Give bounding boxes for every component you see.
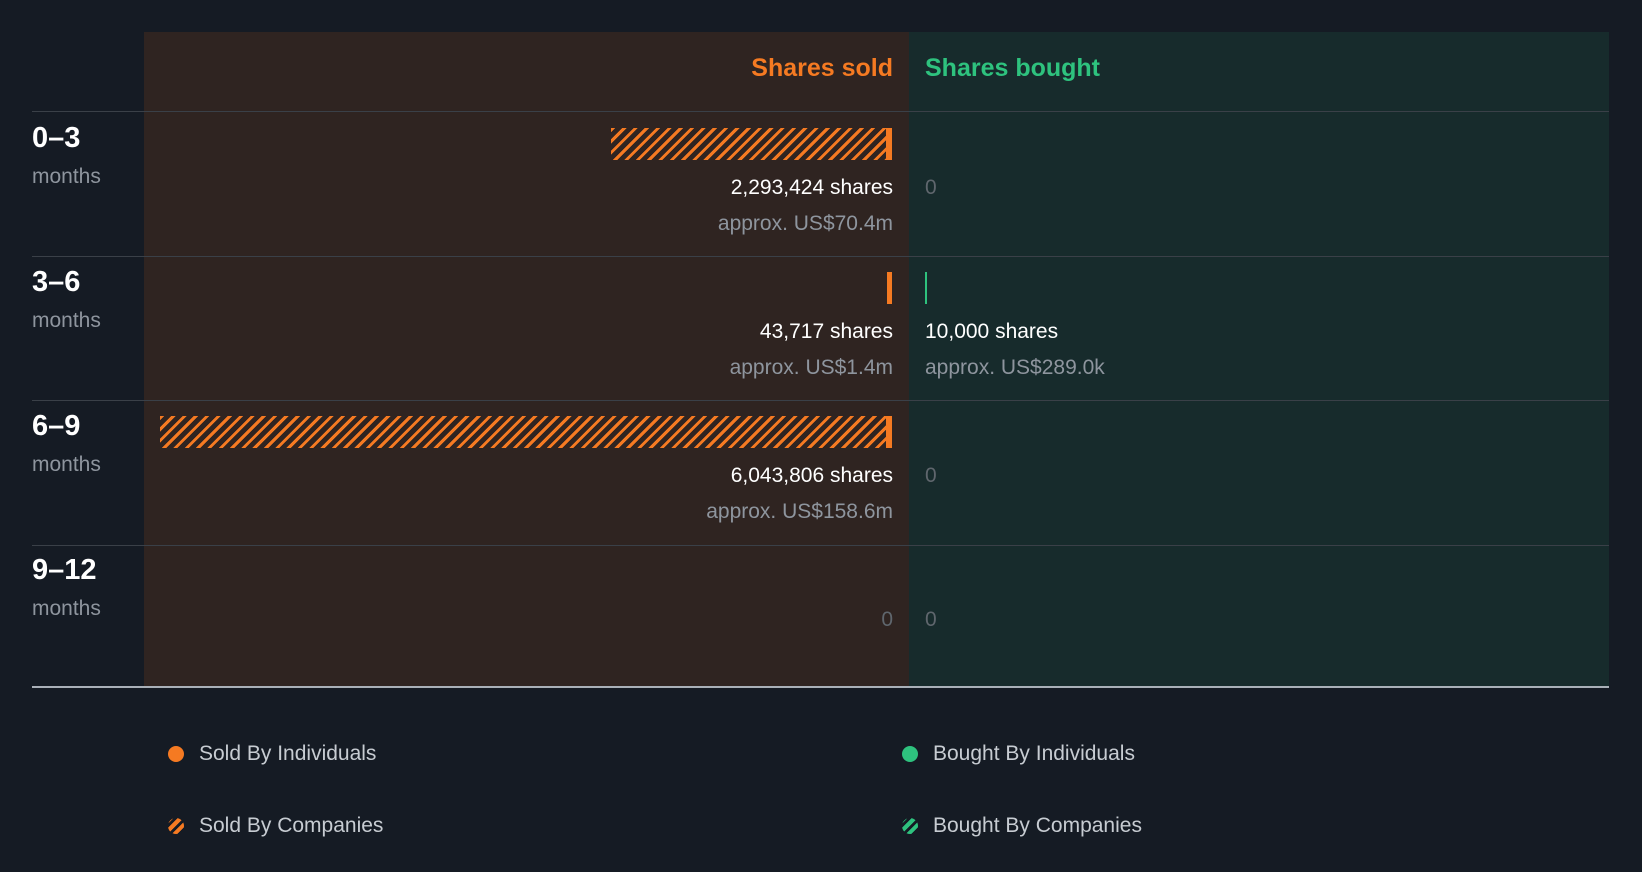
sold-shares-label: 6,043,806 shares bbox=[730, 464, 893, 487]
bought-zero-label: 0 bbox=[925, 176, 937, 199]
sold-by-individuals-bar bbox=[887, 272, 892, 304]
period-range: 3–6 bbox=[32, 266, 81, 298]
sold-shares-label: 2,293,424 shares bbox=[730, 176, 893, 199]
period-range: 0–3 bbox=[32, 122, 81, 154]
legend-label: Bought By Companies bbox=[933, 814, 1142, 837]
period-unit: months bbox=[32, 597, 101, 620]
legend-sold-by-individuals: Sold By Individuals bbox=[168, 742, 376, 766]
period-range: 6–9 bbox=[32, 410, 81, 442]
period-label: 0–3 months bbox=[32, 122, 101, 189]
sold-value-label: approx. US$158.6m bbox=[706, 500, 893, 523]
sold-zero-label: 0 bbox=[881, 608, 893, 631]
period-range: 9–12 bbox=[32, 554, 97, 586]
period-label: 3–6 months bbox=[32, 266, 101, 333]
sold-value-label: approx. US$70.4m bbox=[717, 212, 893, 235]
period-unit: months bbox=[32, 165, 101, 188]
chart-baseline bbox=[32, 686, 1609, 688]
legend-label: Sold By Companies bbox=[199, 814, 384, 837]
legend-bought-by-individuals: Bought By Individuals bbox=[902, 742, 1135, 766]
sold-shares-label: 43,717 shares bbox=[759, 320, 893, 343]
row-divider bbox=[32, 256, 1609, 257]
bought-zero-label: 0 bbox=[925, 608, 937, 631]
shares-bought-header: Shares bought bbox=[925, 54, 1101, 82]
bought-zero-label: 0 bbox=[925, 464, 937, 487]
sold-bar-end bbox=[886, 128, 892, 160]
legend-label: Bought By Individuals bbox=[933, 742, 1135, 765]
period-label: 9–12 months bbox=[32, 554, 101, 621]
sold-by-companies-bar bbox=[611, 128, 886, 160]
bought-shares-label: 10,000 shares bbox=[925, 320, 1059, 343]
orange-dot-icon bbox=[168, 746, 184, 762]
sold-by-companies-bar bbox=[160, 416, 886, 448]
sold-value-label: approx. US$1.4m bbox=[729, 356, 893, 379]
shares-sold-header: Shares sold bbox=[751, 54, 893, 82]
orange-striped-dot-icon bbox=[168, 818, 184, 834]
legend-label: Sold By Individuals bbox=[199, 742, 377, 765]
row-divider bbox=[32, 111, 1609, 112]
legend-bought-by-companies: Bought By Companies bbox=[902, 814, 1142, 838]
green-dot-icon bbox=[902, 746, 918, 762]
bought-by-individuals-bar bbox=[925, 272, 927, 304]
row-divider bbox=[32, 400, 1609, 401]
legend-sold-by-companies: Sold By Companies bbox=[168, 814, 383, 838]
sold-bar-end bbox=[886, 416, 892, 448]
period-label: 6–9 months bbox=[32, 410, 101, 477]
bought-value-label: approx. US$289.0k bbox=[925, 356, 1105, 379]
green-striped-dot-icon bbox=[902, 818, 918, 834]
period-unit: months bbox=[32, 309, 101, 332]
period-unit: months bbox=[32, 453, 101, 476]
row-divider bbox=[32, 545, 1609, 546]
